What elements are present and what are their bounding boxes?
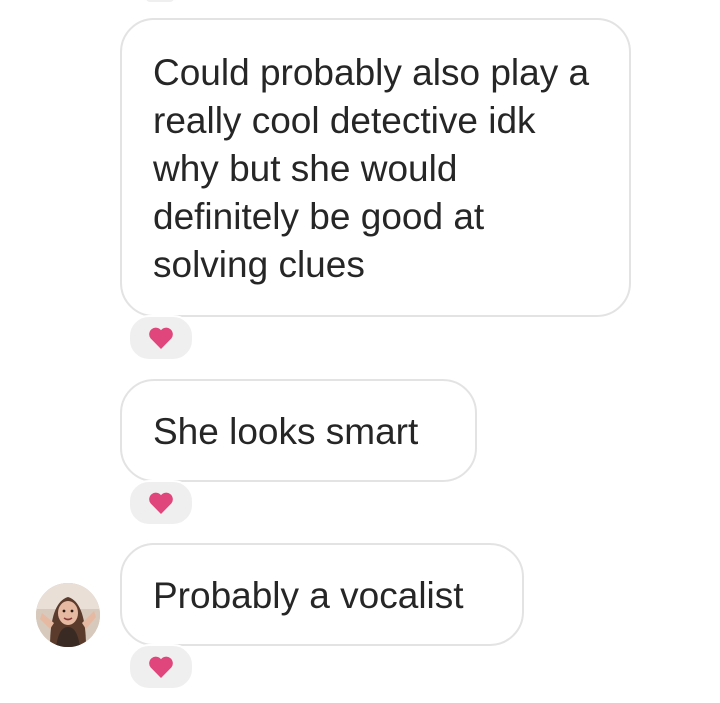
- heart-icon: [148, 326, 174, 350]
- message-text: She looks smart: [153, 411, 419, 452]
- previous-reaction-pill: [146, 0, 174, 2]
- heart-reaction[interactable]: [128, 480, 194, 526]
- heart-reaction[interactable]: [128, 315, 194, 361]
- heart-icon: [148, 655, 174, 679]
- message-bubble[interactable]: Could probably also play a really cool d…: [120, 18, 631, 317]
- message-text: Probably a vocalist: [153, 575, 464, 616]
- message-bubble[interactable]: Probably a vocalist: [120, 543, 524, 646]
- heart-reaction[interactable]: [128, 644, 194, 690]
- heart-icon: [148, 491, 174, 515]
- message-text: Could probably also play a really cool d…: [153, 52, 590, 285]
- message-bubble[interactable]: She looks smart: [120, 379, 477, 482]
- sender-avatar[interactable]: [36, 583, 100, 647]
